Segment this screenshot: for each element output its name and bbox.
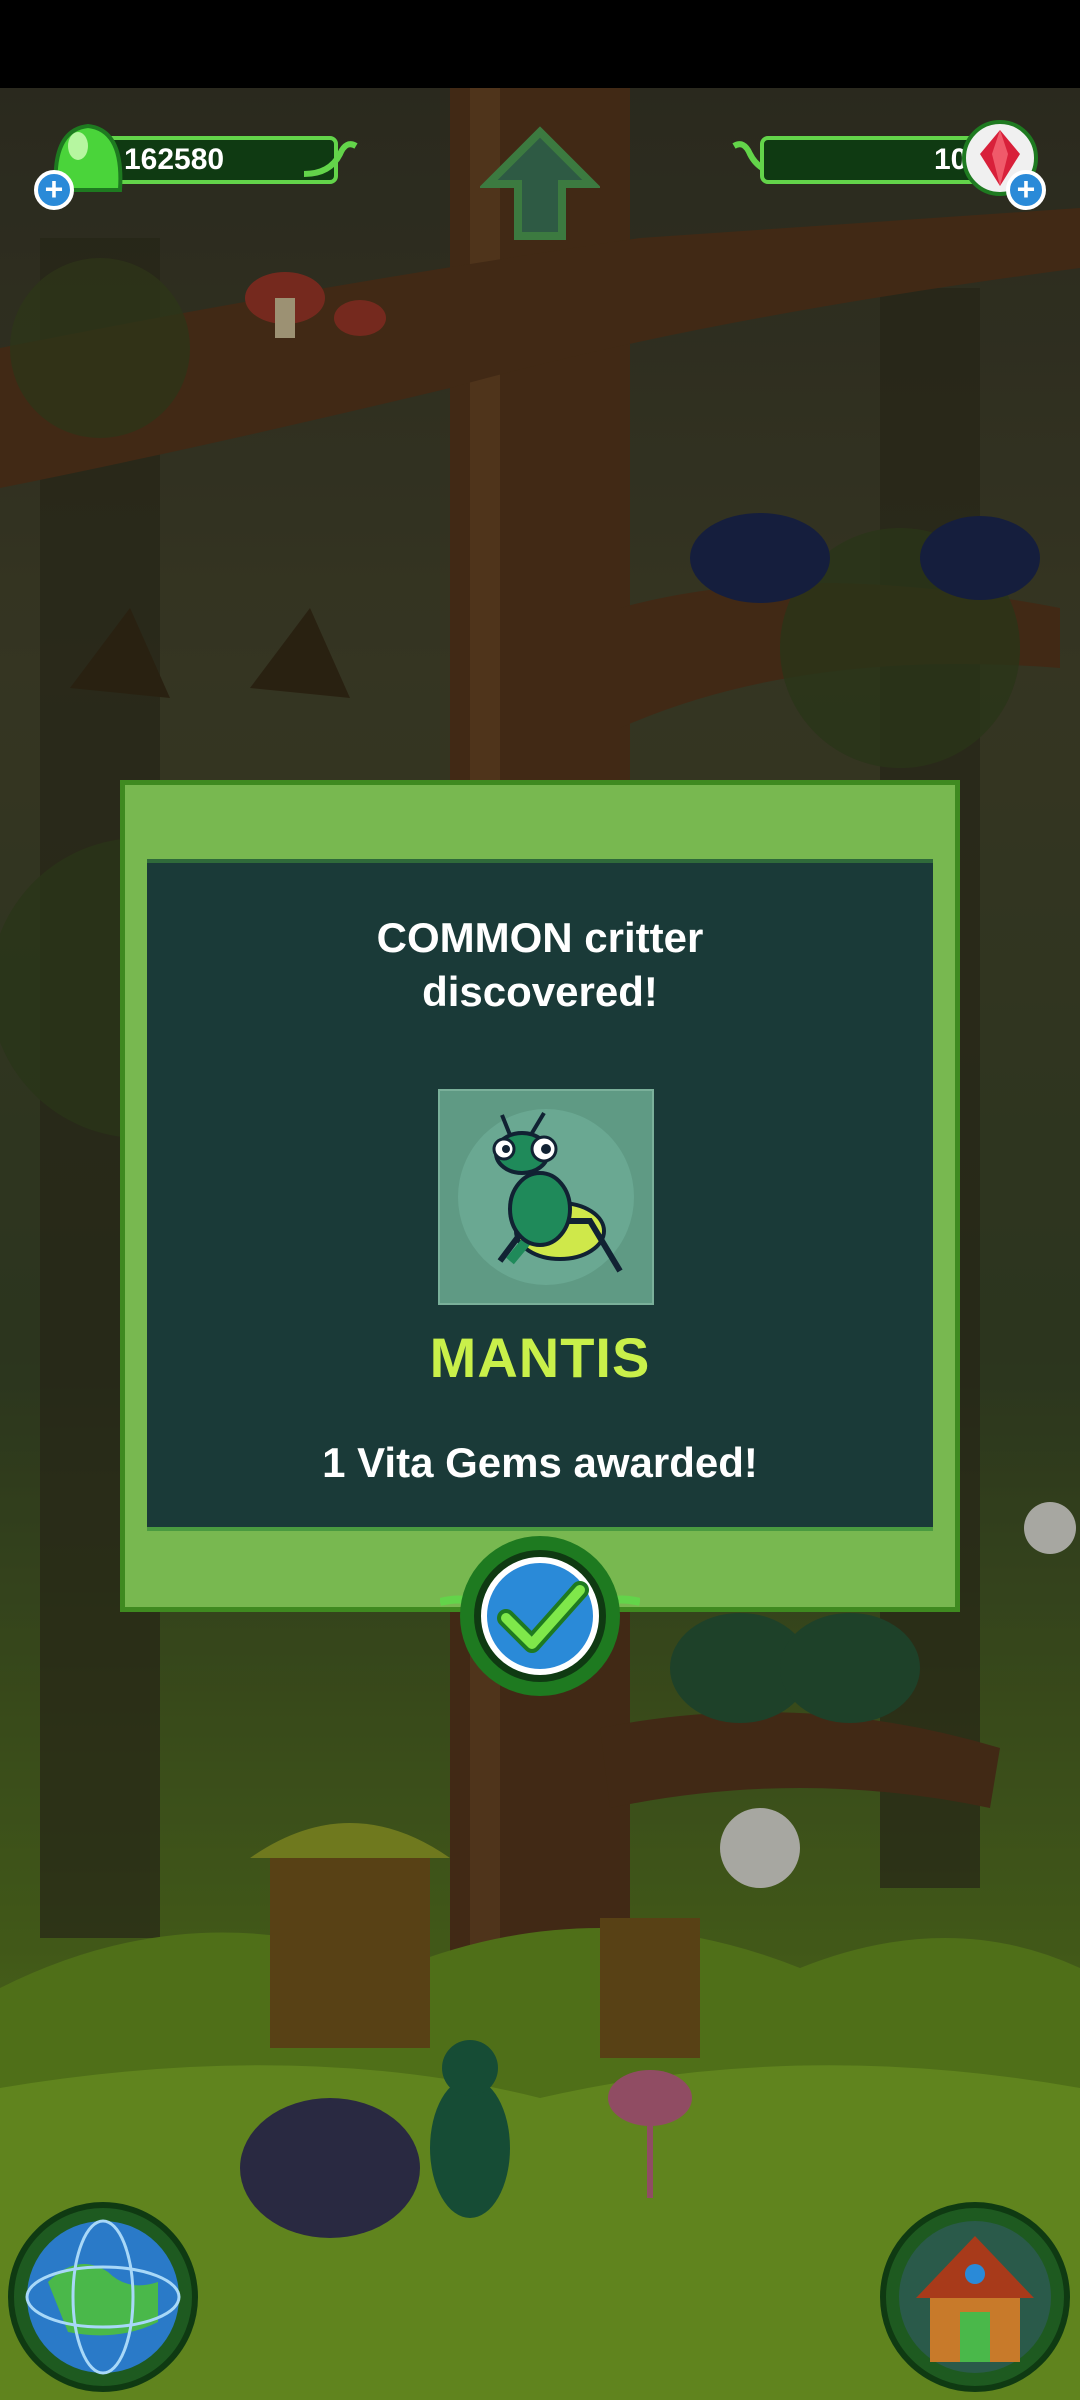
add-gems-button[interactable]: + [1006, 170, 1046, 210]
world-map-button[interactable] [8, 2202, 198, 2392]
up-arrow-icon[interactable] [480, 124, 600, 244]
vine-curl-icon [303, 141, 358, 177]
discovery-dialog: COMMON critter discovered! MANTIS 1 Vita… [120, 780, 960, 1612]
home-button[interactable] [880, 2202, 1070, 2392]
dialog-panel: COMMON critter discovered! MANTIS 1 Vita… [147, 859, 933, 1531]
dialog-title-line2: discovered! [422, 968, 658, 1015]
coin-counter: 162580 + [30, 123, 360, 210]
critter-name: MANTIS [429, 1326, 651, 1389]
critter-portrait [438, 1089, 654, 1305]
gem-counter: 106 + [730, 120, 1060, 210]
status-bar [0, 0, 1080, 88]
globe-icon [8, 2202, 198, 2392]
dialog-title-line1: COMMON critter [376, 914, 704, 961]
checkmark-icon [439, 1536, 641, 1696]
coin-value: 162580 [124, 143, 225, 176]
award-text: 1 Vita Gems awarded! [322, 1439, 758, 1486]
dialog-title: COMMON critter discovered! [147, 911, 933, 1019]
add-coins-button[interactable]: + [34, 170, 74, 210]
house-icon [880, 2202, 1070, 2392]
mantis-icon [458, 1109, 634, 1285]
confirm-button[interactable] [439, 1532, 641, 1702]
